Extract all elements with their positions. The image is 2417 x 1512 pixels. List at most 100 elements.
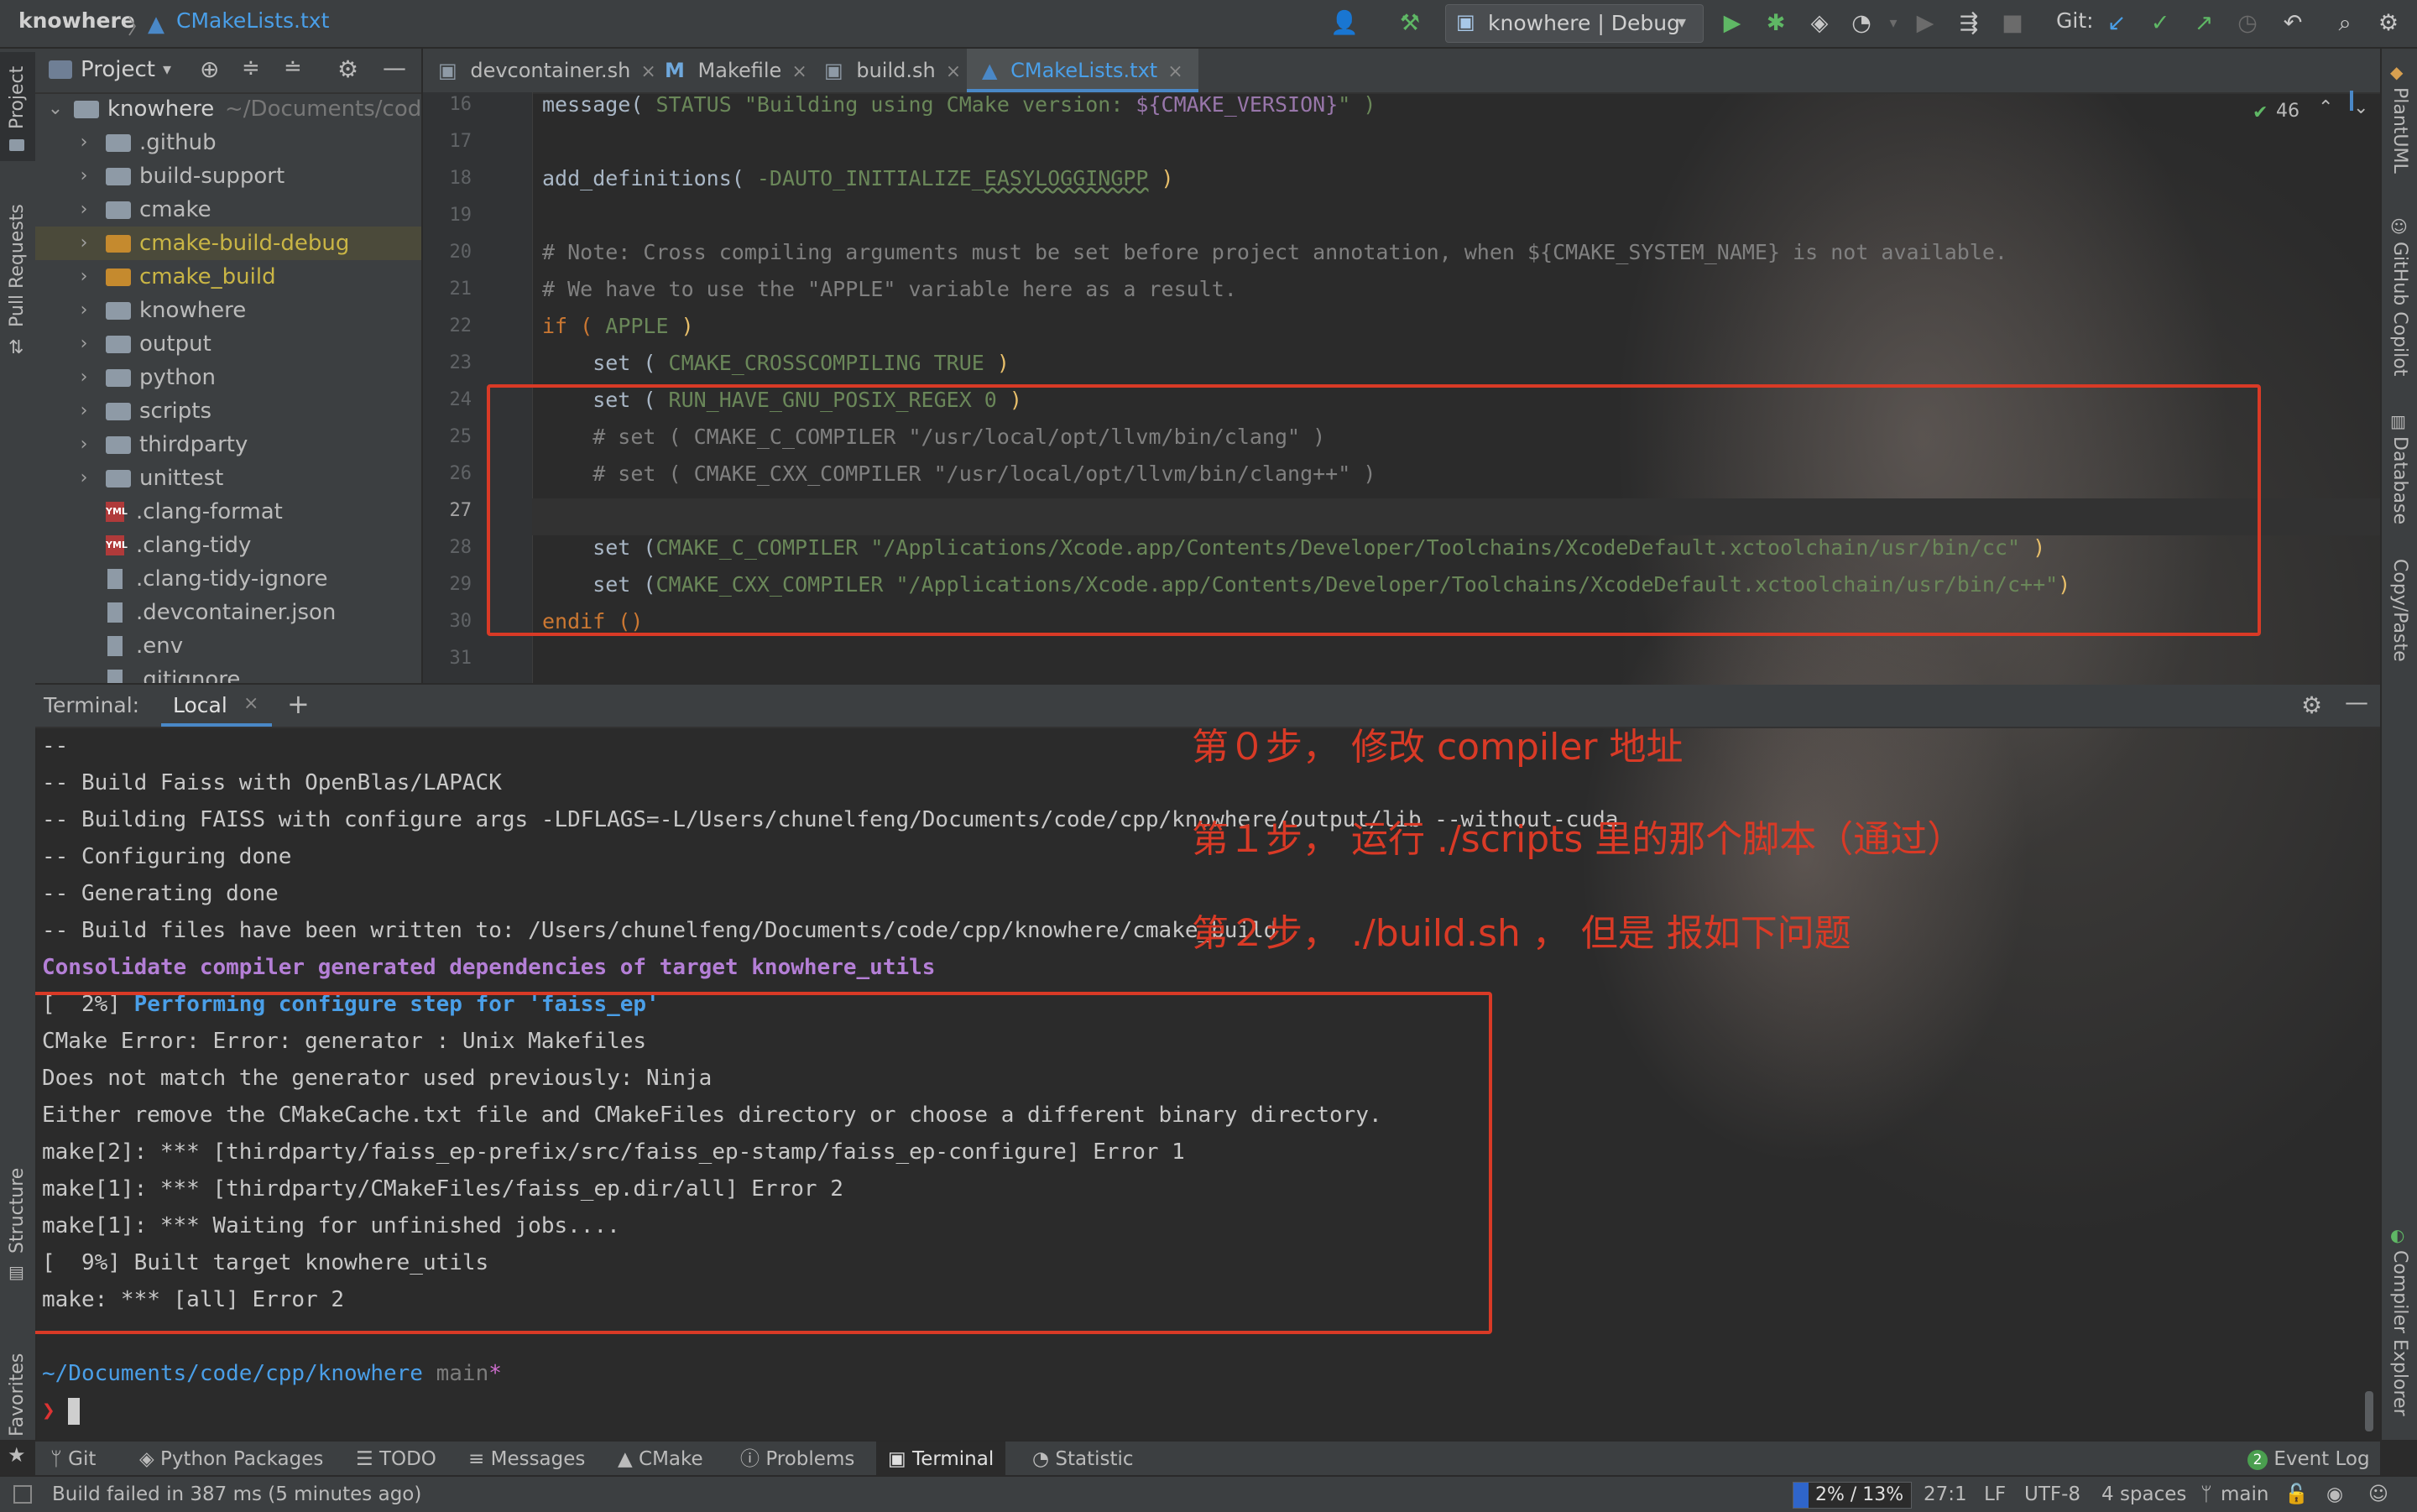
close-icon[interactable]: × [243,693,258,714]
chevron-right-icon[interactable]: › [76,159,92,193]
tree-item[interactable]: › output [35,327,421,361]
add-tab-icon[interactable]: + [287,688,310,720]
chevron-right-icon[interactable]: › [76,394,92,428]
tool-tab-problems[interactable]: ⓘ Problems [740,1442,854,1477]
tree-item[interactable]: › knowhere [35,294,421,327]
tool-tab-git[interactable]: ᛘ Git [50,1442,96,1477]
chevron-up-icon[interactable]: ⌃ [2318,97,2333,118]
build-progress-bar[interactable]: 2% / 13% [1793,1482,1912,1509]
chevron-down-icon[interactable]: ⌄ [47,92,64,126]
chevron-right-icon[interactable]: › [76,361,92,394]
tool-tab-todo[interactable]: ☰ TODO [356,1442,436,1477]
run-configuration-selector[interactable]: ▣ knowhere | Debug ▾ [1445,4,1704,43]
copy-paste-tool-label[interactable]: Copy/Paste [2389,559,2410,662]
terminal-input-line[interactable]: ❯ [42,1398,81,1425]
step-icon[interactable]: ▶ [1908,7,1942,40]
indent-setting[interactable]: 4 spaces [2101,1477,2186,1512]
lock-icon[interactable]: 🔓 [2284,1477,2309,1512]
attach-icon[interactable]: ⇶ [1952,7,1986,40]
terminal-scrollbar[interactable] [2365,1391,2373,1431]
pull-requests-tool-label[interactable]: Pull Requests [7,204,28,327]
tree-item[interactable]: › python [35,361,421,394]
breadcrumb-file[interactable]: CMakeLists.txt [176,8,329,33]
caret-position[interactable]: 27:1 [1924,1477,1967,1512]
coverage-icon[interactable]: ◈ [1803,7,1836,40]
inspection-check-icon[interactable]: ✔ [2253,102,2268,123]
expand-all-icon[interactable]: ≑ [242,55,260,81]
run-icon[interactable]: ▶ [1715,7,1749,40]
stop-icon[interactable]: ■ [1996,7,2029,40]
tool-tab-cmake[interactable]: ▲ CMake [618,1442,703,1477]
tree-item[interactable]: › scripts [35,394,421,428]
project-view-title[interactable]: Project [81,57,155,82]
settings-icon[interactable]: ⚙ [2372,7,2405,40]
gear-icon[interactable]: ⚙ [2301,691,2322,719]
tree-item[interactable]: › cmake [35,193,421,227]
compiler-explorer-tool-label[interactable]: Compiler Explorer [2389,1250,2410,1416]
profile-icon[interactable]: ◔ [1845,7,1878,40]
database-tool-label[interactable]: Database [2389,436,2410,524]
tab-cmakelists[interactable]: ▲ CMakeLists.txt × [967,49,1198,92]
minimize-icon[interactable]: — [383,54,406,81]
collapse-all-icon[interactable]: ≐ [284,55,302,81]
chevron-right-icon[interactable]: › [76,294,92,327]
tree-item[interactable]: .devcontainer.json [35,596,421,629]
chevron-right-icon[interactable]: › [76,461,92,495]
tool-tab-python-packages[interactable]: ◈ Python Packages [139,1442,323,1477]
close-icon[interactable]: × [946,61,961,82]
debug-icon[interactable]: ✱ [1759,7,1793,40]
tree-item[interactable]: › .github [35,126,421,159]
close-icon[interactable]: × [640,61,655,82]
tree-item[interactable]: › build-support [35,159,421,193]
tree-item[interactable]: .clang-tidy-ignore [35,562,421,596]
chevron-down-icon[interactable]: ▾ [163,59,171,79]
chevron-right-icon[interactable]: › [76,227,92,260]
rollback-icon[interactable]: ↶ [2276,7,2310,40]
tool-tab-messages[interactable]: ≡ Messages [468,1442,585,1477]
locate-icon[interactable]: ⊕ [200,55,219,83]
tree-item[interactable]: .env [35,629,421,663]
structure-tool-label[interactable]: Structure [7,1168,28,1254]
tab-makefile[interactable]: M Makefile × [665,49,807,92]
gear-icon[interactable]: ⚙ [337,55,358,83]
chevron-right-icon[interactable]: › [76,428,92,461]
close-icon[interactable]: × [1167,61,1182,82]
plantuml-tool-label[interactable]: PlantUML [2389,87,2410,174]
minimize-icon[interactable]: — [2345,688,2368,716]
tab-build-sh[interactable]: ▣ build.sh × [824,49,961,92]
chevron-right-icon[interactable]: › [76,126,92,159]
tree-item[interactable]: › unittest [35,461,421,495]
notification-icon[interactable]: ☺ [2368,1477,2388,1512]
tree-item[interactable]: YML .clang-format [35,495,421,529]
git-update-icon[interactable]: ↙ [2100,7,2133,40]
inspection-count[interactable]: 46 [2276,101,2300,122]
build-hammer-icon[interactable]: ⚒ [1393,7,1427,40]
tab-devcontainer-sh[interactable]: ▣ devcontainer.sh × [438,49,656,92]
event-log-button[interactable]: 2 Event Log [2247,1442,2370,1477]
git-commit-icon[interactable]: ✓ [2143,7,2177,40]
history-icon[interactable]: ◷ [2231,7,2264,40]
breadcrumb-project[interactable]: knowhere [18,8,135,33]
tree-item-selected[interactable]: › cmake-build-debug [35,227,421,260]
favorites-tool-label[interactable]: Favorites [7,1353,28,1436]
chevron-right-icon[interactable]: › [76,193,92,227]
chevron-down-icon[interactable]: ▾ [1877,7,1910,40]
tree-item[interactable]: .gitignore [35,663,421,683]
copilot-tool-label[interactable]: GitHub Copilot [2389,242,2410,376]
tree-root[interactable]: ⌄ knowhere ~/Documents/cod [35,92,421,126]
tree-item[interactable]: › thirdparty [35,428,421,461]
chevron-right-icon[interactable]: › [76,327,92,361]
tool-tab-terminal[interactable]: ▣ Terminal [876,1442,1006,1477]
line-separator[interactable]: LF [1984,1477,2006,1512]
close-icon[interactable]: × [791,61,807,82]
tool-tab-statistic[interactable]: ◔ Statistic [1032,1442,1134,1477]
search-icon[interactable]: ⌕ [2328,7,2362,40]
file-encoding[interactable]: UTF-8 [2024,1477,2080,1512]
code-editor[interactable]: 16 17 18 19 20 21 22 23 24 25 26 27 28 2… [423,92,2380,683]
chevron-right-icon[interactable]: › [76,260,92,294]
chevron-down-icon[interactable]: ⌄ [2353,97,2368,118]
status-message[interactable]: Build failed in 387 ms (5 minutes ago) [52,1477,421,1512]
toggle-tool-windows-icon[interactable] [13,1485,32,1504]
tree-item[interactable]: YML .clang-tidy [35,529,421,562]
terminal-output[interactable]: -- -- Build Faiss with OpenBlas/LAPACK -… [35,728,2380,1440]
